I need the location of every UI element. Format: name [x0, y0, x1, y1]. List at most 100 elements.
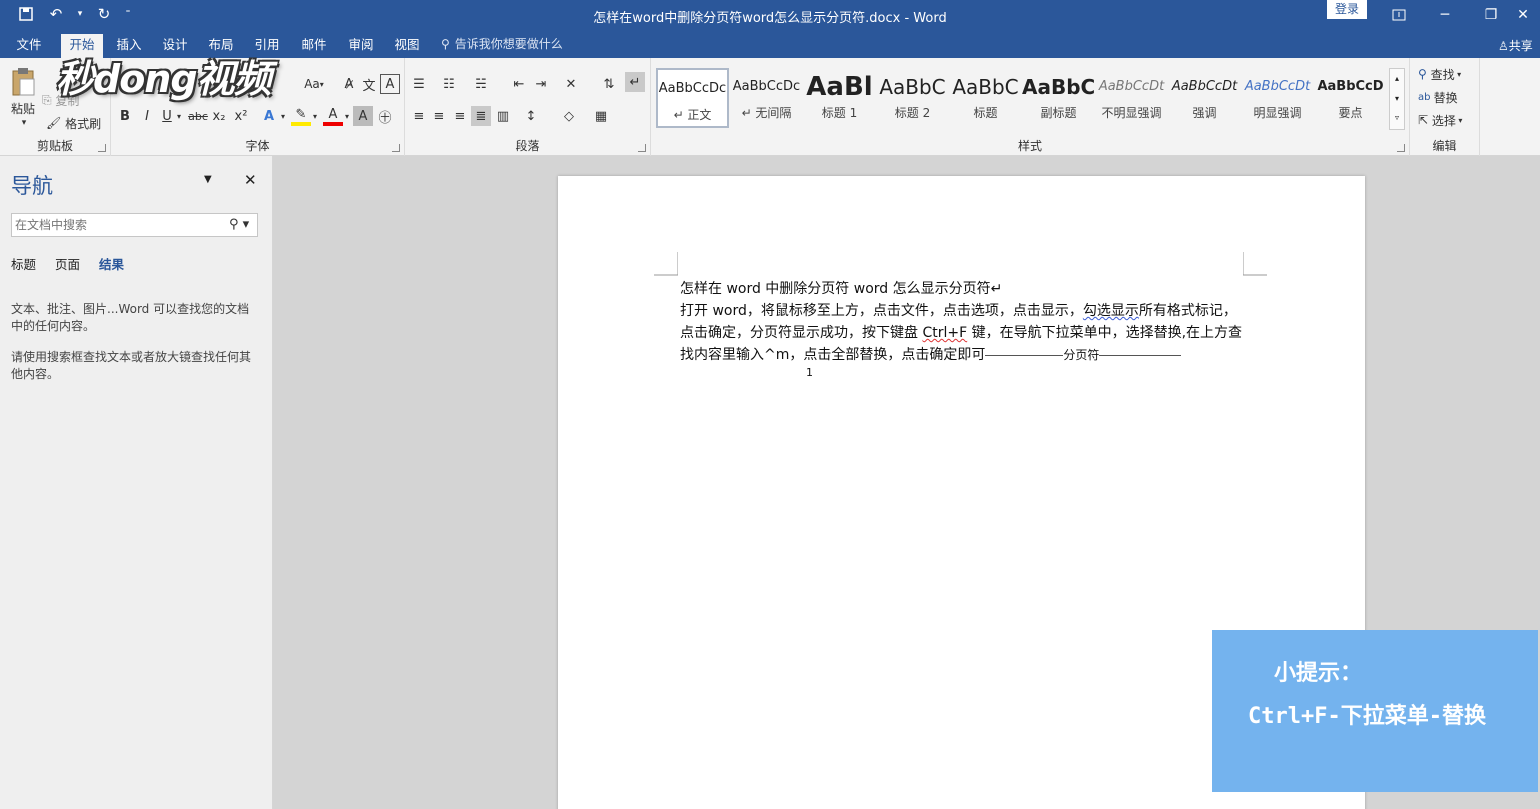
tell-me-text: 告诉我你想要做什么	[454, 37, 563, 51]
nav-message-1: 文本、批注、图片...Word 可以查找您的文档中的任何内容。	[11, 302, 250, 333]
copy-icon: ⎘	[42, 92, 56, 107]
align-center-icon[interactable]: ≡	[429, 106, 449, 126]
chevron-up-icon[interactable]: ▴	[1390, 69, 1404, 89]
style-emphasis[interactable]: AaBbCcDt 强调	[1168, 68, 1241, 128]
style-normal[interactable]: AaBbCcDc ↵ 正文	[656, 68, 729, 128]
clear-format-icon[interactable]: A̷	[339, 74, 359, 94]
paragraph-dialog-launcher-icon[interactable]	[638, 144, 646, 152]
superscript-icon[interactable]: x²	[231, 106, 251, 126]
tip-body: Ctrl+F-下拉菜单-替换	[1248, 704, 1486, 729]
highlight-dropdown-icon[interactable]: ▾	[311, 108, 319, 124]
format-painter-button[interactable]: 🖌 格式刷	[46, 114, 106, 132]
numbering-icon[interactable]: ☷	[439, 74, 459, 94]
dialog-launcher-icon[interactable]	[98, 144, 106, 152]
nav-tab-results[interactable]: 结果	[99, 254, 124, 273]
style-subtitle[interactable]: AaBbC 副标题	[1022, 68, 1095, 128]
title-bar: ↶ ▾ ↻ ⁼ 怎样在word中删除分页符word怎么显示分页符.docx - …	[0, 0, 1540, 30]
underline-dropdown-icon[interactable]: ▾	[175, 108, 183, 124]
styles-gallery-scroll[interactable]: ▴ ▾ ▿	[1389, 68, 1405, 130]
paragraph-group: ☰ ☷ ☵ ⇤ ⇥ ✕ ⇅ ↵ ≡ ≡ ≡ ≣ ▥ ↕ ◇ ▦ 段落	[405, 58, 651, 156]
window-title: 怎样在word中删除分页符word怎么显示分页符.docx - Word	[593, 11, 947, 26]
tab-mailings[interactable]: 邮件	[293, 34, 335, 58]
styles-dialog-launcher-icon[interactable]	[1397, 144, 1405, 152]
text-effects-dropdown-icon[interactable]: ▾	[279, 108, 287, 124]
styles-group: AaBbCcDc ↵ 正文 AaBbCcDc ↵ 无间隔 AaBl 标题 1 A…	[651, 58, 1410, 156]
login-button[interactable]: 登录	[1327, 0, 1367, 19]
style-subtle-emphasis[interactable]: AaBbCcDt 不明显强调	[1095, 68, 1168, 128]
tab-file[interactable]: 文件	[8, 34, 50, 58]
editing-group: ⚲ 查找 ▾ ab 替换 ⇱ 选择 ▾ 编辑	[1410, 58, 1480, 156]
paste-button[interactable]: 粘贴	[8, 100, 38, 116]
bold-icon[interactable]: B	[115, 106, 135, 126]
multilevel-list-icon[interactable]: ☵	[471, 74, 491, 94]
document-body[interactable]: 怎样在 word 中删除分页符 word 怎么显示分页符↵ 打开 word，将鼠…	[680, 278, 1250, 380]
gallery-more-icon[interactable]: ▿	[1390, 109, 1404, 127]
tell-me-box[interactable]: ⚲ 告诉我你想要做什么	[441, 35, 563, 52]
font-label: 字体	[245, 139, 270, 153]
replace-icon: ab	[1418, 91, 1434, 103]
styles-label: 样式	[1017, 139, 1042, 153]
align-right-icon[interactable]: ≡	[450, 106, 470, 126]
underline-icon[interactable]: U	[157, 106, 177, 126]
replace-button[interactable]: ab 替换	[1418, 87, 1478, 107]
find-button[interactable]: ⚲ 查找 ▾	[1418, 64, 1478, 84]
char-shading-icon[interactable]: A	[353, 106, 373, 126]
nav-tab-pages[interactable]: 页面	[55, 254, 80, 273]
close-pane-icon[interactable]: ✕	[244, 171, 257, 189]
font-dialog-launcher-icon[interactable]	[392, 144, 400, 152]
select-button[interactable]: ⇱ 选择 ▾	[1418, 110, 1478, 130]
font-size-grow-button[interactable]: Aa ▾	[301, 74, 327, 94]
ribbon-display-icon[interactable]	[1376, 0, 1422, 30]
show-formatting-icon[interactable]: ↵	[625, 72, 645, 92]
page-break-line	[1099, 354, 1182, 356]
style-title[interactable]: AaBbC 标题	[949, 68, 1022, 128]
text-cursor-mark: 1	[806, 366, 813, 379]
video-watermark-logo: 秒dong视频	[56, 57, 272, 101]
search-icon[interactable]: ⚲ ▾	[229, 217, 249, 232]
text-effects-icon[interactable]: A	[259, 106, 279, 126]
person-icon: ♙	[1498, 39, 1509, 53]
strikethrough-icon[interactable]: abc	[187, 106, 209, 126]
nav-tab-headings[interactable]: 标题	[11, 254, 36, 273]
shading-icon[interactable]: ◇	[559, 106, 579, 126]
close-icon[interactable]: ✕	[1506, 0, 1540, 30]
italic-icon[interactable]: I	[137, 106, 157, 126]
increase-indent-icon[interactable]: ⇥	[531, 74, 551, 94]
paste-icon[interactable]	[8, 66, 38, 98]
tab-view[interactable]: 视图	[386, 34, 428, 58]
subscript-icon[interactable]: x₂	[209, 106, 229, 126]
doc-line-3: 点击确定，分页符显示成功，按下键盘 Ctrl+F 键，在导航下拉菜单中，选择替换…	[680, 325, 1243, 341]
doc-line-2: 打开 word，将鼠标移至上方，点击文件，点击选项，点击显示，勾选显示所有格式标…	[680, 303, 1237, 319]
bullets-icon[interactable]: ☰	[409, 74, 429, 94]
pane-options-icon[interactable]: ▼	[204, 174, 212, 185]
share-button[interactable]: ♙共享	[1498, 37, 1533, 54]
style-heading-1[interactable]: AaBl 标题 1	[803, 68, 876, 128]
highlight-icon[interactable]: ✎	[291, 106, 311, 126]
align-left-icon[interactable]: ≡	[409, 106, 429, 126]
style-no-spacing[interactable]: AaBbCcDc ↵ 无间隔	[730, 68, 803, 128]
justify-icon[interactable]: ≣	[471, 106, 491, 126]
phonetic-guide-icon[interactable]: 文	[359, 74, 379, 94]
font-color-icon[interactable]: A	[323, 106, 343, 126]
tip-title: 小提示：	[1274, 661, 1363, 686]
style-heading-2[interactable]: AaBbC 标题 2	[876, 68, 949, 128]
line-spacing-icon[interactable]: ↕	[521, 106, 541, 126]
sort-icon[interactable]: ⇅	[599, 74, 619, 94]
enclosed-char-icon[interactable]: ㊉	[375, 106, 395, 126]
minimize-icon[interactable]: ─	[1422, 0, 1468, 30]
style-strong[interactable]: AaBbCcD 要点	[1314, 68, 1387, 128]
chevron-down-icon[interactable]: ▾	[1390, 89, 1404, 109]
char-border-icon[interactable]: A	[380, 74, 400, 94]
lightbulb-icon: ⚲	[441, 36, 450, 51]
editing-label: 编辑	[1432, 139, 1457, 153]
asian-layout-icon[interactable]: ✕	[561, 74, 581, 94]
paste-dropdown-icon[interactable]: ▾	[14, 116, 34, 130]
nav-search-input[interactable]	[11, 213, 258, 237]
decrease-indent-icon[interactable]: ⇤	[509, 74, 529, 94]
borders-icon[interactable]: ▦	[591, 106, 611, 126]
tab-review[interactable]: 审阅	[340, 34, 382, 58]
font-color-dropdown-icon[interactable]: ▾	[343, 108, 351, 124]
style-intense-emphasis[interactable]: AaBbCcDt 明显强调	[1241, 68, 1314, 128]
navigation-pane: 导航 ▼ ✕ ⚲ ▾ 标题 页面 结果 文本、批注、图片...Word 可以查找…	[0, 156, 273, 809]
distributed-icon[interactable]: ▥	[493, 106, 513, 126]
